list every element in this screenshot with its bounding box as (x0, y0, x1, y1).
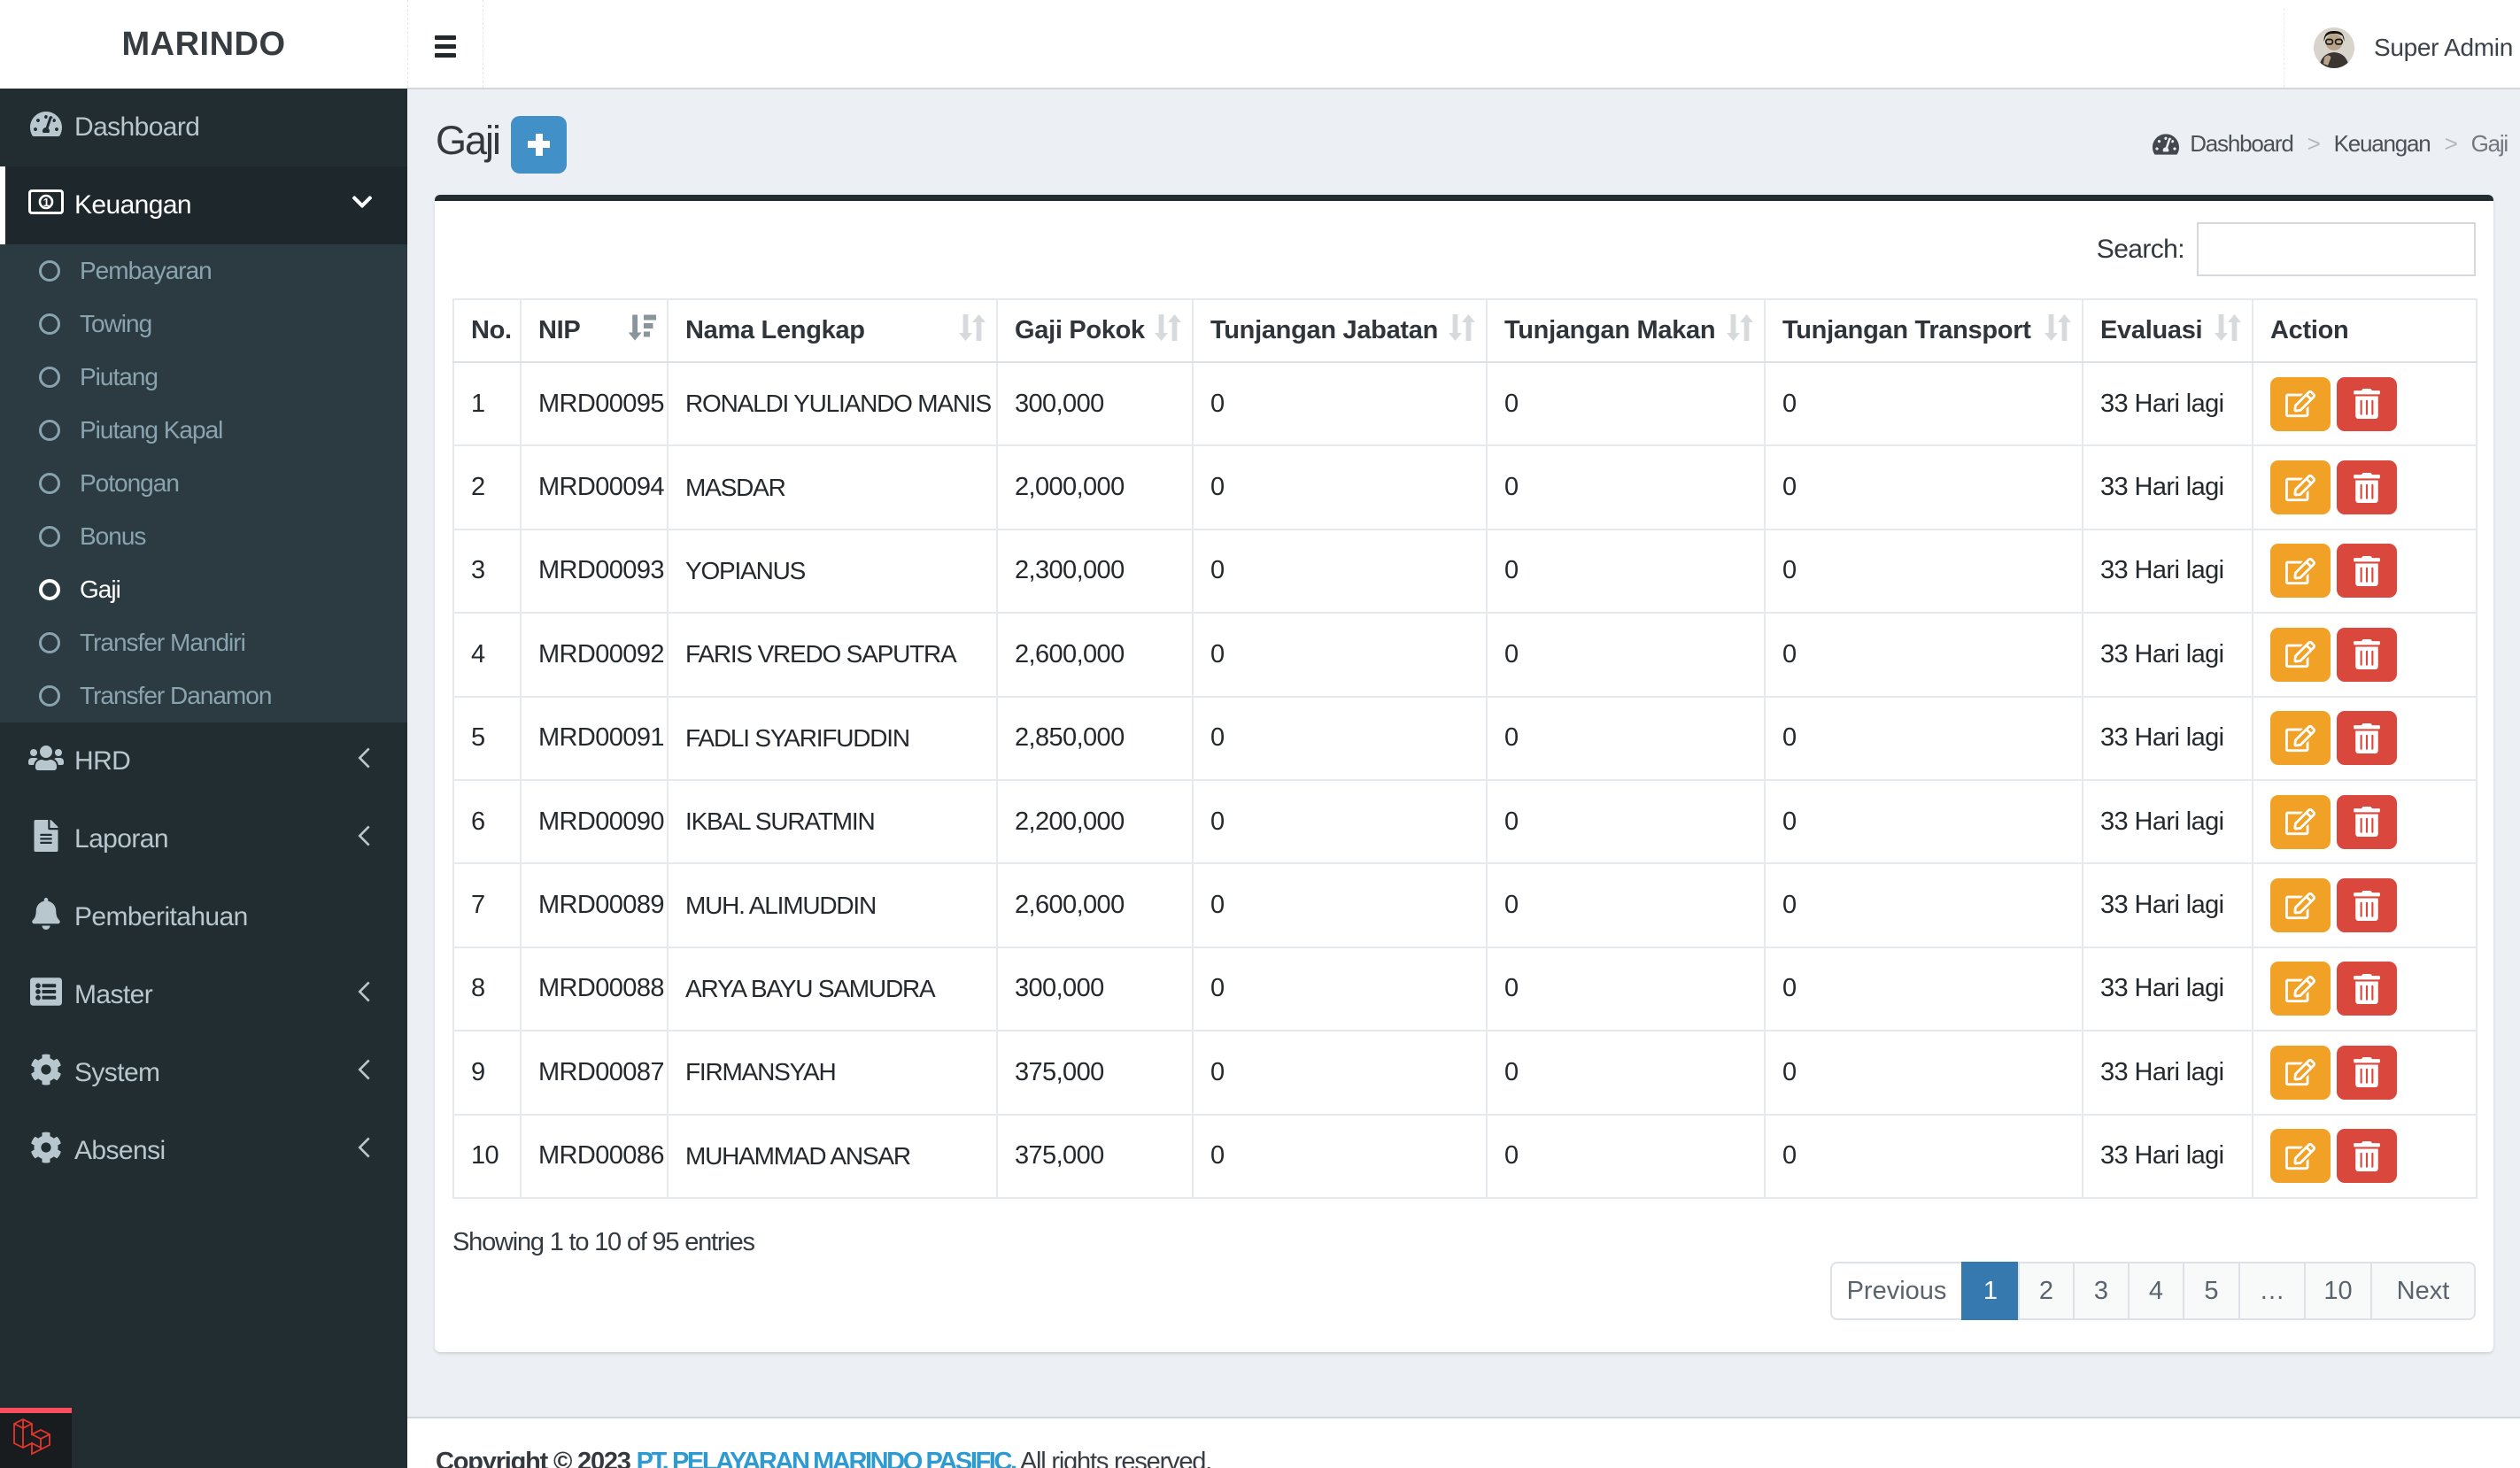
svg-text:1: 1 (43, 196, 50, 209)
